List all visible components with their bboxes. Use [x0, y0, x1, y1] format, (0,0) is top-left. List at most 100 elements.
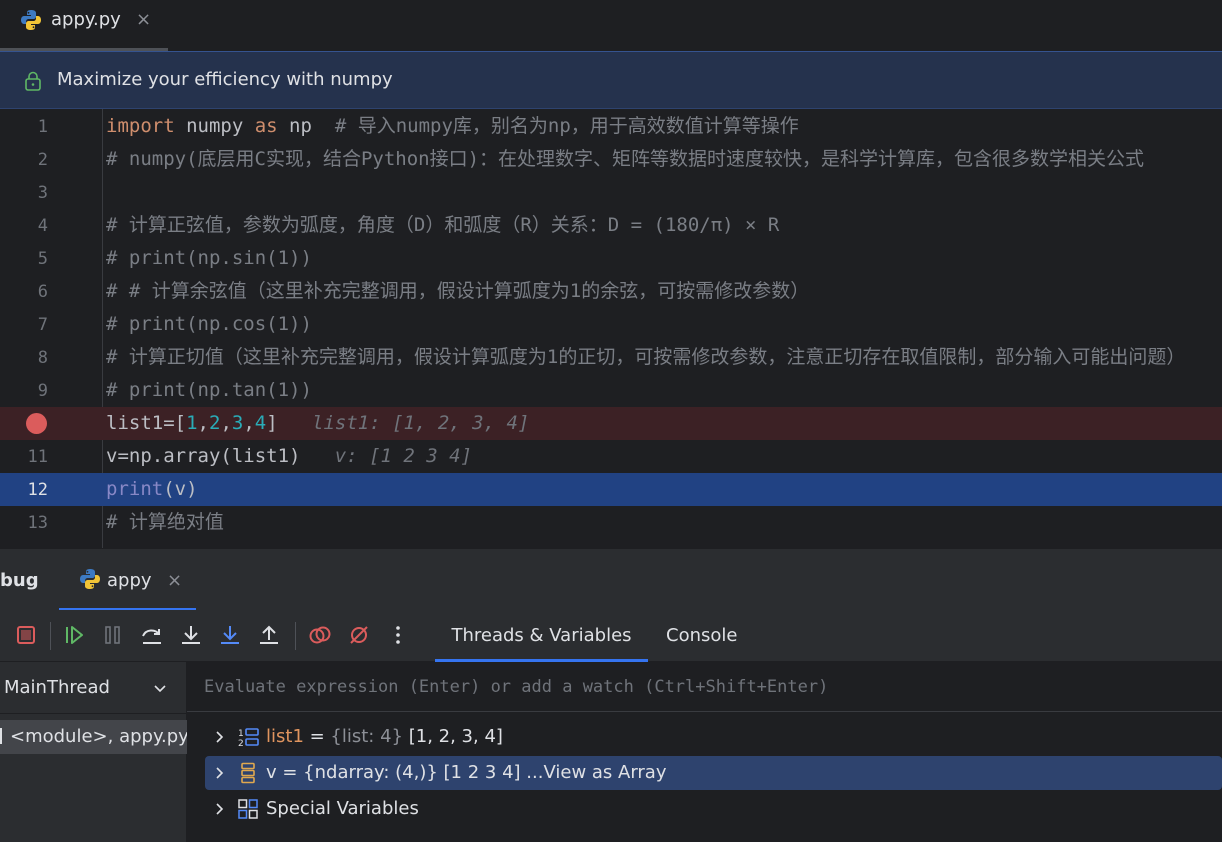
line-number[interactable]: 2 — [0, 149, 48, 171]
variable-type: {list: 4} — [330, 726, 409, 747]
code-token: # numpy(底层用C实现，结合Python接口)：在处理数字、矩阵等数据时速… — [106, 148, 1145, 170]
tab-console-label: Console — [666, 625, 738, 646]
pause-icon[interactable] — [101, 623, 125, 647]
line-number[interactable]: 5 — [0, 248, 48, 270]
code-token: # 计算绝对值 — [106, 511, 224, 533]
inline-value-hint: list1: [1, 2, 3, 4] — [277, 412, 530, 434]
variable-row[interactable]: Special Variables — [205, 792, 1222, 826]
code-line-current[interactable]: 12 print(v) — [0, 473, 1222, 506]
code-text: # 计算正切值（这里补充完整调用，假设计算弧度为1的正切，可按需修改参数，注意正… — [106, 346, 1185, 369]
code-token: 1 — [186, 412, 198, 434]
variable-row[interactable]: v = {ndarray: (4,)} [1 2 3 4] ...View as… — [205, 756, 1222, 790]
variable-text: v = {ndarray: (4,)} [1 2 3 4] ...View as… — [266, 762, 667, 784]
line-number[interactable]: 11 — [0, 446, 48, 468]
code-line[interactable]: 4 # 计算正弦值，参数为弧度，角度（D）和弧度（R）关系：D = (180/π)… — [0, 209, 1222, 242]
code-line[interactable]: 9 # print(np.tan(1)) — [0, 374, 1222, 407]
stack-frame-label: <module>, appy.py: — [10, 726, 187, 747]
variable-text: Special Variables — [266, 798, 419, 820]
frame-marker — [0, 728, 2, 744]
code-line-breakpoint[interactable]: list1=[1,2,3,4] list1: [1, 2, 3, 4] — [0, 407, 1222, 440]
line-number[interactable]: 1 — [0, 116, 48, 138]
variable-row[interactable]: 1 2 list1 = {list: 4} [1, 2, 3, 4] — [205, 720, 1222, 754]
code-text: # print(np.sin(1)) — [106, 247, 312, 270]
code-token: # 计算正弦值，参数为弧度，角度（D）和弧度（R）关系：D = (180/π) … — [106, 214, 780, 236]
line-number[interactable]: 12 — [0, 479, 48, 501]
debug-tab-label: appy — [107, 570, 152, 591]
chevron-down-icon — [154, 685, 166, 693]
svg-text:2: 2 — [238, 739, 244, 748]
code-editor[interactable]: 1 import numpy as np # 导入numpy库，别名为np，用于高… — [0, 109, 1222, 548]
chevron-right-icon[interactable] — [211, 765, 227, 781]
step-into-icon[interactable] — [179, 623, 203, 647]
code-text: # # 计算余弦值（这里补充完整调用，假设计算弧度为1的余弦，可按需修改参数） — [106, 280, 809, 303]
breakpoint-icon[interactable] — [26, 413, 47, 434]
code-token: 4 — [254, 412, 267, 434]
step-into-my-code-icon[interactable] — [218, 623, 242, 647]
code-line[interactable]: 6 # # 计算余弦值（这里补充完整调用，假设计算弧度为1的余弦，可按需修改参数） — [0, 275, 1222, 308]
code-text: # 计算绝对值 — [106, 511, 224, 534]
thread-dropdown[interactable]: MainThread — [0, 662, 187, 714]
code-line[interactable]: 1 import numpy as np # 导入numpy库，别名为np，用于高… — [0, 110, 1222, 143]
line-number[interactable]: 3 — [0, 182, 48, 204]
code-line[interactable]: 7 # print(np.cos(1)) — [0, 308, 1222, 341]
list-icon: 12 — [238, 728, 259, 748]
code-text: v=np.array(list1) v: [1 2 3 4] — [106, 445, 472, 468]
chevron-right-icon[interactable] — [211, 729, 227, 745]
resume-icon[interactable] — [62, 623, 86, 647]
close-icon[interactable]: × — [136, 9, 151, 31]
more-icon[interactable] — [386, 623, 410, 647]
code-token: # print(np.cos(1)) — [106, 313, 312, 335]
code-token: , — [243, 412, 255, 434]
notification-banner: Maximize your efficiency with numpy — [0, 51, 1222, 109]
python-icon — [80, 569, 100, 589]
code-text: # print(np.cos(1)) — [106, 313, 312, 336]
line-number[interactable]: 9 — [0, 380, 48, 402]
code-text: print(v) — [106, 478, 198, 501]
close-icon[interactable]: × — [167, 570, 182, 592]
code-token: import — [106, 115, 175, 137]
code-token: ] — [266, 412, 278, 434]
lock-icon — [25, 71, 41, 91]
code-token: , — [197, 412, 209, 434]
code-line[interactable]: 13 # 计算绝对值 — [0, 506, 1222, 539]
python-icon — [21, 10, 41, 30]
code-line[interactable]: 2 # numpy(底层用C实现，结合Python接口)：在处理数字、矩阵等数据时… — [0, 143, 1222, 176]
evaluate-bar — [187, 662, 1222, 712]
code-token: np — [277, 115, 335, 137]
code-line[interactable]: 5 # print(np.sin(1)) — [0, 242, 1222, 275]
chevron-right-icon[interactable] — [211, 801, 227, 817]
mute-breakpoints-icon[interactable] — [347, 623, 371, 647]
stop-icon[interactable] — [14, 623, 38, 647]
code-token: (v) — [163, 478, 198, 500]
tab-console[interactable]: Console — [666, 610, 737, 662]
code-line[interactable]: 3 — [0, 176, 1222, 209]
line-number[interactable]: 13 — [0, 512, 48, 534]
step-out-icon[interactable] — [257, 623, 281, 647]
code-token: 2 — [208, 412, 221, 434]
tab-threads-variables[interactable]: Threads & Variables — [435, 610, 648, 662]
debug-session-tab[interactable]: appy × — [59, 549, 196, 611]
code-token: list1=[ — [106, 412, 187, 434]
view-breakpoints-icon[interactable] — [308, 623, 332, 647]
view-as-array-link[interactable]: ...View as Array — [526, 762, 666, 783]
array-icon — [241, 762, 255, 784]
tab-threads-variables-label: Threads & Variables — [451, 625, 632, 646]
evaluate-expression-input[interactable] — [204, 674, 1104, 700]
code-token: as — [254, 115, 278, 137]
debug-title: bug — [0, 570, 39, 591]
editor-tab-appy-py[interactable]: appy.py × — [0, 0, 168, 51]
step-over-icon[interactable] — [140, 623, 164, 647]
variable-name: list1 — [266, 726, 304, 747]
line-number[interactable]: 4 — [0, 215, 48, 237]
code-line[interactable]: 11 v=np.array(list1) v: [1 2 3 4] — [0, 440, 1222, 473]
line-number[interactable]: 7 — [0, 314, 48, 336]
stack-frame-row[interactable]: <module>, appy.py: — [0, 720, 187, 754]
variable-text: list1 = {list: 4} [1, 2, 3, 4] — [266, 726, 503, 748]
code-text: # 计算正弦值，参数为弧度，角度（D）和弧度（R）关系：D = (180/π) … — [106, 214, 779, 237]
code-token: print — [106, 478, 164, 500]
code-token: # 计算正切值（这里补充完整调用，假设计算弧度为1的正切，可按需修改参数，注意正… — [106, 346, 1186, 368]
code-line[interactable]: 8 # 计算正切值（这里补充完整调用，假设计算弧度为1的正切，可按需修改参数，注意… — [0, 341, 1222, 374]
line-number[interactable]: 6 — [0, 281, 48, 303]
debug-toolbar: Threads & Variables Console — [0, 610, 1222, 662]
line-number[interactable]: 8 — [0, 347, 48, 369]
